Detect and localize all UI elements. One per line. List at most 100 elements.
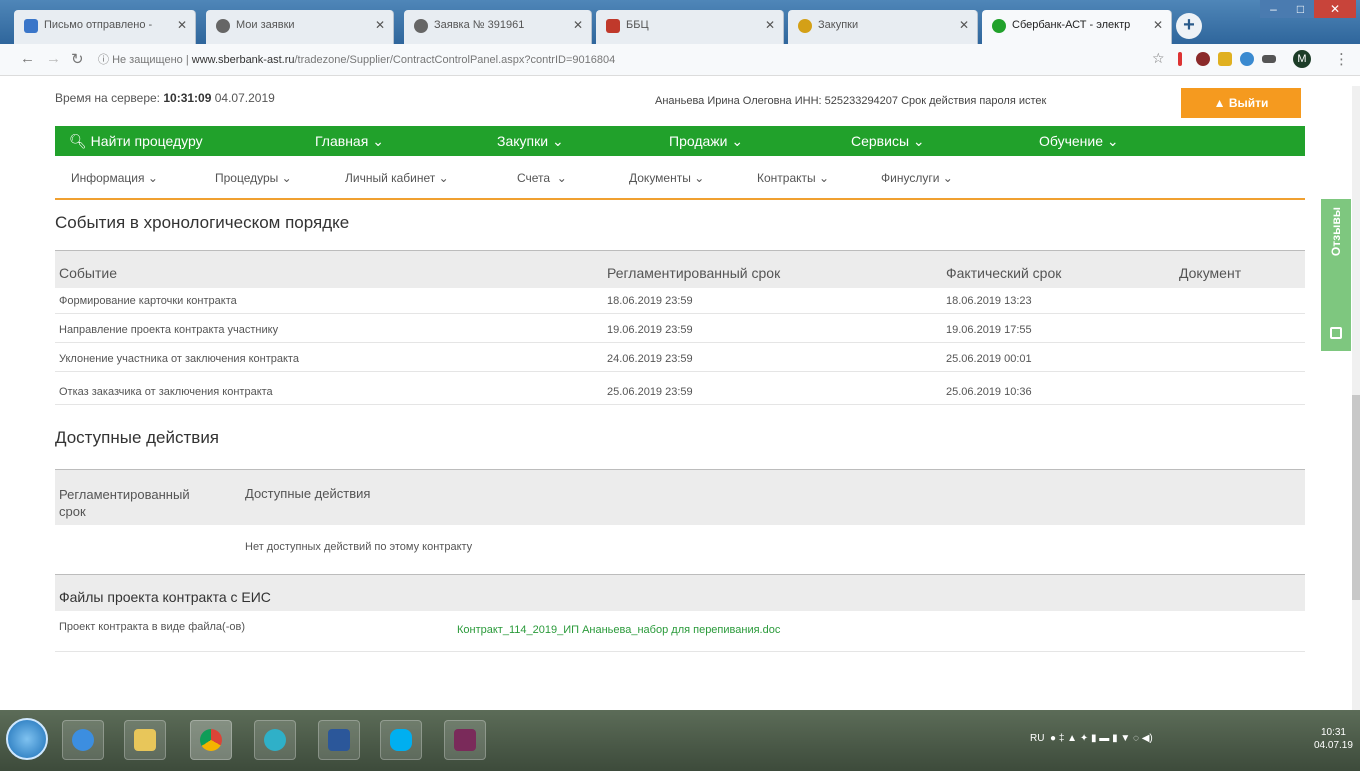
column-header-reg-deadline: Регламентированный срок: [607, 265, 781, 281]
browser-tab[interactable]: Письмо отправлено - ✕: [14, 10, 196, 44]
browser-tab[interactable]: Закупки ✕: [788, 10, 978, 44]
profile-avatar[interactable]: M: [1293, 50, 1311, 68]
subnav-item-finservices[interactable]: Финуслуги ⌄: [881, 171, 953, 185]
nav-item-learning[interactable]: Обучение ⌄: [1039, 126, 1119, 156]
skype-icon: [390, 729, 412, 751]
table-row: Отказ заказчика от заключения контракта …: [55, 380, 1305, 405]
extension-icon[interactable]: [1218, 52, 1232, 66]
taskbar-skype[interactable]: [380, 720, 422, 760]
back-icon[interactable]: ←: [20, 50, 35, 67]
taskbar-word[interactable]: [318, 720, 360, 760]
forward-icon[interactable]: →: [46, 50, 61, 67]
scrollbar-thumb[interactable]: [1352, 395, 1360, 600]
url-host: www.sberbank-ast.ru: [191, 54, 295, 66]
menu-icon[interactable]: ⋮: [1334, 50, 1349, 68]
new-tab-button[interactable]: +: [1176, 13, 1202, 39]
table-row: Формирование карточки контракта 18.06.20…: [55, 289, 1305, 314]
browser-tab[interactable]: ББЦ ✕: [596, 10, 784, 44]
chrome-icon: [200, 729, 222, 751]
subnav-item-info[interactable]: Информация ⌄: [71, 171, 158, 185]
window-controls: – □ ✕: [1260, 0, 1356, 20]
language-indicator[interactable]: RU: [1030, 733, 1044, 744]
browser-tab-active[interactable]: Сбербанк-АСТ - электр ✕: [982, 10, 1172, 44]
system-tray: RU ● ‡ ▲ ✦ ▮ ▬ ▮ ▼ ◌ ◀): [1030, 733, 1153, 744]
taskbar: RU ● ‡ ▲ ✦ ▮ ▬ ▮ ▼ ◌ ◀) 10:31 04.07.19: [0, 710, 1360, 771]
actions-table-header: Регламентированный срок Доступные действ…: [55, 469, 1305, 525]
nav-item-purchases[interactable]: Закупки ⌄: [497, 126, 564, 156]
maximize-button[interactable]: □: [1287, 0, 1314, 18]
internet-explorer-icon: [72, 729, 94, 751]
no-actions-text: Нет доступных действий по этому контракт…: [245, 541, 473, 553]
info-icon[interactable]: ⓘ: [98, 54, 109, 66]
files-section-title: Файлы проекта контракта с ЕИС: [59, 589, 271, 605]
extension-icon[interactable]: [1178, 52, 1182, 66]
find-procedure-link[interactable]: 🔍︎ Найти процедуру: [69, 126, 203, 156]
subnav-item-documents[interactable]: Документы ⌄: [629, 171, 704, 185]
bank-logo-icon: [606, 19, 620, 33]
main-nav: 🔍︎ Найти процедуру Главная ⌄ Закупки ⌄ П…: [55, 126, 1305, 156]
taskbar-winrar[interactable]: [444, 720, 486, 760]
feedback-icon: [1330, 327, 1342, 339]
close-window-button[interactable]: ✕: [1314, 0, 1356, 18]
star-icon[interactable]: ☆: [1152, 50, 1165, 67]
nav-item-services[interactable]: Сервисы ⌄: [851, 126, 925, 156]
close-icon[interactable]: ✕: [765, 18, 775, 32]
sberbank-icon: [992, 19, 1006, 33]
start-button[interactable]: [6, 718, 48, 760]
folder-icon: [134, 729, 156, 751]
sub-nav: Информация ⌄ Процедуры ⌄ Личный кабинет …: [55, 160, 1305, 200]
extension-icon[interactable]: [1240, 52, 1254, 66]
tray-icons[interactable]: ● ‡ ▲ ✦ ▮ ▬ ▮ ▼ ◌ ◀): [1050, 733, 1153, 744]
taskbar-explorer[interactable]: [124, 720, 166, 760]
chevron-down-icon: ⌄: [731, 133, 744, 149]
subnav-item-contracts[interactable]: Контракты ⌄: [757, 171, 829, 185]
close-icon[interactable]: ✕: [375, 18, 385, 32]
extension-icon[interactable]: [1262, 55, 1276, 63]
close-icon[interactable]: ✕: [573, 18, 583, 32]
server-time: Время на сервере: 10:31:09 04.07.2019: [55, 91, 275, 105]
close-icon[interactable]: ✕: [959, 18, 969, 32]
table-row: Направление проекта контракта участнику …: [55, 318, 1305, 343]
actions-section-title: Доступные действия: [55, 428, 220, 447]
subnav-item-cabinet[interactable]: Личный кабинет ⌄: [345, 171, 449, 185]
logout-button[interactable]: ▲ Выйти: [1181, 88, 1301, 118]
emblem-icon: [798, 19, 812, 33]
archive-icon: [454, 729, 476, 751]
subnav-item-procedures[interactable]: Процедуры ⌄: [215, 171, 292, 185]
contract-file-link[interactable]: Контракт_114_2019_ИП Ананьева_набор для …: [457, 624, 780, 636]
subnav-item-accounts[interactable]: Счета ⌄: [517, 171, 567, 185]
globe-icon: [414, 19, 428, 33]
chevron-down-icon: ⌄: [1106, 133, 1119, 149]
events-section-title: События в хронологическом порядке: [55, 213, 350, 232]
column-header-actions: Доступные действия: [245, 486, 371, 501]
mail-icon: [24, 19, 38, 33]
minimize-button[interactable]: –: [1260, 0, 1287, 18]
nav-item-main[interactable]: Главная ⌄: [315, 126, 384, 156]
nav-item-sales[interactable]: Продажи ⌄: [669, 126, 743, 156]
browser-tab[interactable]: Мои заявки ✕: [206, 10, 394, 44]
taskbar-mail[interactable]: [254, 720, 296, 760]
taskbar-clock[interactable]: 10:31 04.07.19: [1314, 726, 1353, 752]
globe-icon: [216, 19, 230, 33]
file-row: Проект контракта в виде файла(-ов) Контр…: [55, 616, 1305, 652]
search-icon: 🔍︎: [69, 133, 87, 149]
extension-icon[interactable]: [1196, 52, 1210, 66]
taskbar-chrome[interactable]: [190, 720, 232, 760]
chevron-down-icon: ⌄: [912, 133, 925, 149]
security-label: Не защищено: [112, 54, 183, 66]
browser-tab[interactable]: Заявка № 391961 ✕: [404, 10, 592, 44]
url-input[interactable]: ⓘ Не защищено | www.sberbank-ast.ru/trad…: [98, 49, 1128, 71]
reload-icon[interactable]: ↻: [71, 50, 84, 68]
files-section-header: Файлы проекта контракта с ЕИС: [55, 574, 1305, 611]
url-path: /tradezone/Supplier/ContractControlPanel…: [294, 54, 616, 66]
user-info: Ананьева Ирина Олеговна ИНН: 52523329420…: [655, 95, 1047, 107]
close-icon[interactable]: ✕: [1153, 18, 1163, 32]
word-icon: [328, 729, 350, 751]
close-icon[interactable]: ✕: [177, 18, 187, 32]
column-header-document: Документ: [1179, 265, 1242, 281]
browser-tab-bar: Письмо отправлено - ✕ Мои заявки ✕ Заявк…: [0, 0, 1360, 44]
taskbar-ie[interactable]: [62, 720, 104, 760]
column-header-deadline: Регламентированный срок: [59, 487, 190, 519]
feedback-tab[interactable]: Отзывы: [1321, 199, 1351, 351]
user-icon: ▲: [1213, 96, 1226, 110]
